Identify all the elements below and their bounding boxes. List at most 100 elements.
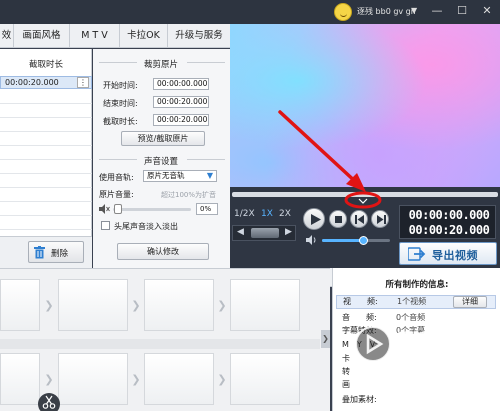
detail-button[interactable]: 详细 [453, 296, 487, 308]
fade-checkbox[interactable] [101, 221, 110, 230]
divider [0, 145, 92, 146]
export-video-label: 导出视频 [432, 249, 478, 262]
delete-label: 删除 [51, 249, 69, 259]
crop-title: 裁剪原片 [143, 60, 178, 70]
storyboard-slot[interactable] [0, 353, 40, 405]
total-time: 00:00:20.000 [408, 223, 490, 237]
info-key: 视 频: [343, 297, 378, 306]
start-time-label: 开始时间: [103, 81, 138, 90]
chevron-right-icon: ❯ [131, 299, 141, 312]
divider [0, 187, 92, 188]
info-key: 叠加素材: [342, 395, 377, 404]
player-volume-track[interactable] [322, 239, 390, 242]
storyboard-slot[interactable] [0, 279, 40, 331]
user-name[interactable]: 逐残 bb0 gv gn [357, 6, 415, 18]
divider [0, 117, 92, 118]
step-forward-icon[interactable]: ▶ [285, 227, 292, 237]
confirm-button[interactable]: 确认修改 [117, 243, 209, 260]
preview-crop-button[interactable]: 预览/截取原片 [121, 131, 205, 146]
info-key: 转 [342, 367, 350, 376]
minimize-icon[interactable]: — [430, 4, 444, 18]
frame-step-bar: ◀ ▶ [232, 225, 296, 241]
collapse-handle-icon[interactable]: ❯ [321, 330, 330, 348]
stop-icon [335, 216, 342, 223]
duration-field[interactable]: 00:00:20.000 [153, 114, 209, 126]
volume-slider-track[interactable] [113, 208, 191, 211]
close-icon[interactable]: ✕ [480, 4, 494, 18]
divider [0, 173, 92, 174]
tab-karaoke[interactable]: 卡拉OK [120, 24, 168, 48]
watermark-logo-icon [355, 326, 391, 362]
divider [0, 339, 320, 349]
delete-bar: 删除 [0, 236, 92, 268]
delete-button[interactable]: 删除 [28, 241, 84, 263]
menu-tabs: 效 画面风格 M T V 卡拉OK 升级与服务 [0, 24, 230, 48]
chevron-right-icon: ❯ [44, 299, 54, 312]
player-volume-handle[interactable] [358, 236, 368, 245]
chevron-right-icon: ❯ [217, 299, 227, 312]
scissors-icon[interactable] [38, 393, 60, 411]
volume-hint: 超过100%为扩音 [161, 191, 217, 199]
time-display: 00:00:00.000 00:00:20.000 [399, 205, 496, 239]
step-back-icon[interactable]: ◀ [237, 227, 244, 237]
divider [187, 62, 225, 63]
column-header-duration: 截取时长 [28, 60, 63, 70]
storyboard-slot[interactable] [58, 353, 128, 405]
chevron-down-icon: ▼ [206, 171, 213, 180]
annotation-arrow-icon [278, 110, 382, 209]
divider [187, 159, 225, 160]
export-icon [408, 247, 426, 261]
divider [99, 62, 137, 63]
audio-track-label: 使用音轨: [99, 173, 134, 182]
row-menu-icon[interactable]: ⋮ [77, 77, 89, 88]
chevron-right-icon: ❯ [131, 373, 141, 386]
divider [0, 159, 92, 160]
tab-mtv[interactable]: M T V [70, 24, 120, 48]
storyboard-slot[interactable] [230, 279, 300, 331]
storyboard: ❯ ❯ ❯ ❯ ❯ ❯ [0, 268, 330, 411]
tab-style[interactable]: 画面风格 [14, 24, 70, 48]
user-dropdown-icon[interactable]: ▼ [411, 6, 417, 15]
divider [99, 159, 137, 160]
info-value: 1个视频 [397, 297, 427, 306]
chevron-right-icon: ❯ [44, 373, 54, 386]
fade-label: 头尾声音淡入淡出 [114, 222, 178, 231]
storyboard-slot[interactable] [144, 279, 214, 331]
watermark: 溜溜自学 ZIXUE.3D66.COM [355, 322, 495, 384]
tab-effects[interactable]: 效 [0, 24, 14, 48]
export-video-button[interactable]: 导出视频 [399, 242, 497, 265]
watermark-brand: 溜溜自学 [397, 331, 469, 351]
duration-label: 截取时长: [103, 117, 138, 126]
next-frame-icon [377, 215, 386, 224]
audio-title: 声音设置 [143, 157, 178, 167]
storyboard-slot[interactable] [58, 279, 128, 331]
play-icon [311, 214, 321, 225]
info-key: 卡 [342, 354, 350, 363]
prev-frame-icon [355, 215, 364, 224]
divider [0, 215, 92, 216]
storyboard-slot[interactable] [144, 353, 214, 405]
mute-speaker-icon[interactable] [99, 204, 110, 214]
volume-label: 原片音量: [99, 190, 134, 199]
user-avatar-icon[interactable] [334, 3, 352, 21]
info-row-overlay: 叠加素材: [336, 394, 496, 406]
storyboard-slot[interactable] [230, 353, 300, 405]
trash-icon [34, 246, 45, 259]
jog-wheel[interactable] [251, 228, 279, 238]
watermark-site: ZIXUE.3D66.COM [399, 351, 472, 359]
maximize-icon[interactable]: ☐ [455, 4, 469, 18]
speaker-icon[interactable] [306, 235, 318, 245]
end-time-field[interactable]: 00:00:20.000 [153, 96, 209, 108]
divider [0, 131, 92, 132]
volume-value[interactable]: 0% [196, 203, 218, 215]
clip-duration: 00:00:20.000 [5, 78, 59, 87]
title-bar: 逐残 bb0 gv gn ▼ — ☐ ✕ [0, 0, 500, 24]
audio-track-select[interactable]: 原片无音轨 ▼ [143, 170, 217, 182]
divider [0, 229, 92, 230]
start-time-field[interactable]: 00:00:00.000 [153, 78, 209, 90]
audio-track-value: 原片无音轨 [147, 171, 185, 180]
crop-panel: 裁剪原片 开始时间: 00:00:00.000 结束时间: 00:00:20.0… [93, 49, 230, 268]
tab-upgrade[interactable]: 升级与服务 [168, 24, 230, 48]
volume-slider-handle[interactable] [114, 204, 122, 214]
divider [0, 103, 92, 104]
